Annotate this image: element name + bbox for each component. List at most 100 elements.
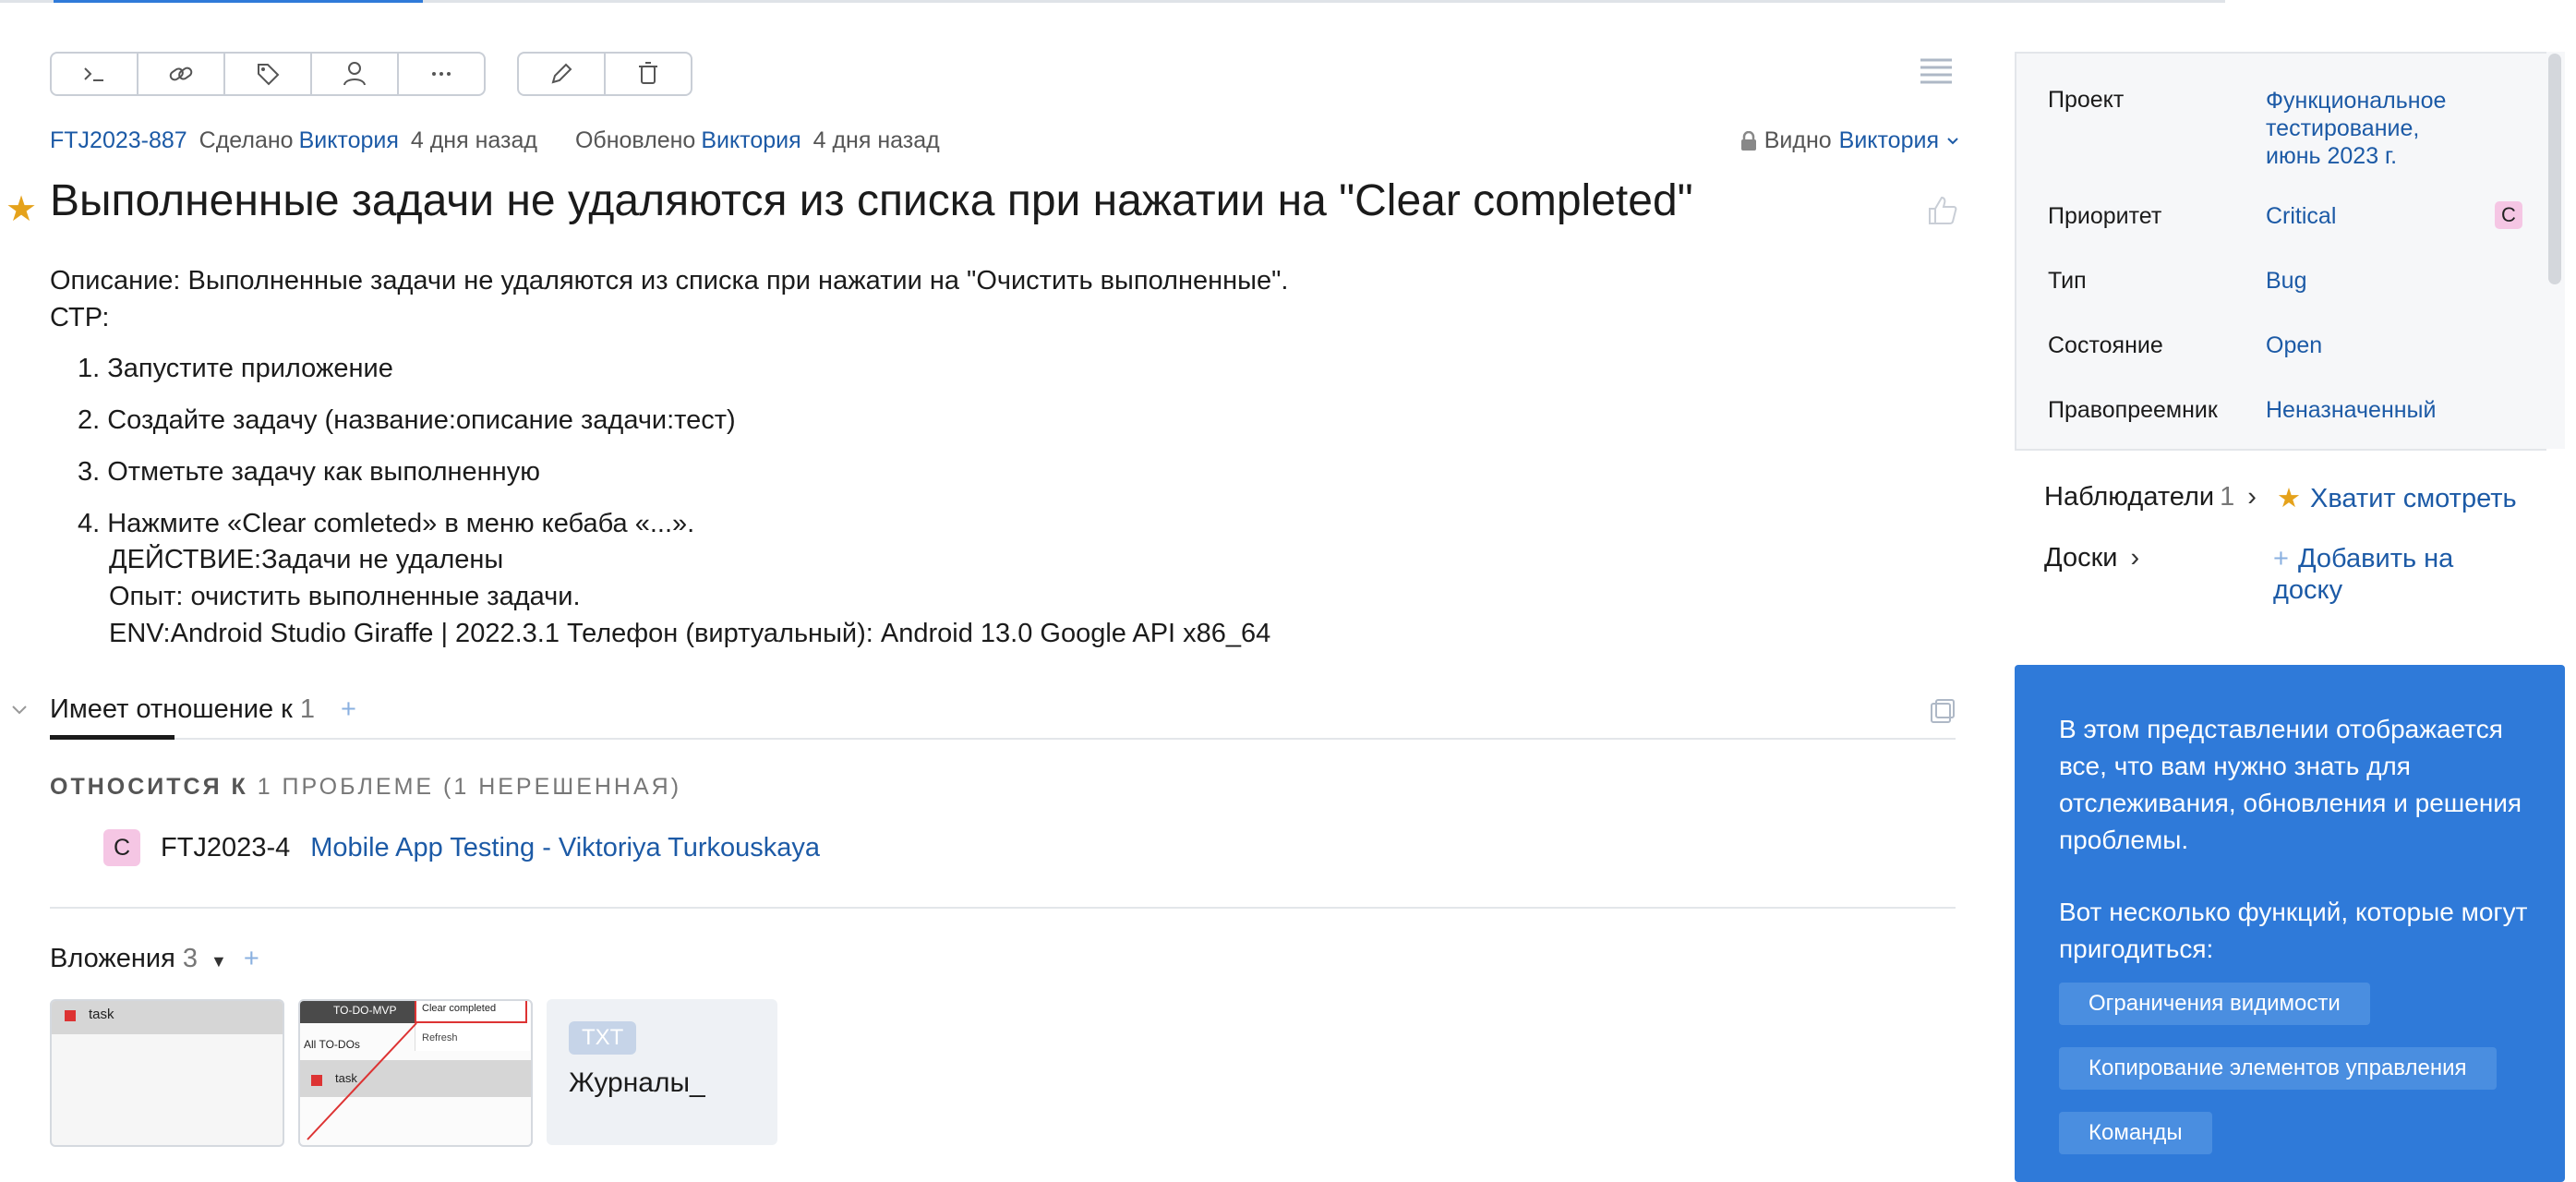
visibility-control[interactable]: Видно Виктория bbox=[1740, 127, 1959, 154]
attachment-thumbnail[interactable]: task bbox=[50, 999, 284, 1147]
description-line: Описание: Выполненные задачи не удаляютс… bbox=[50, 266, 1289, 296]
relations-summary: 1 ПРОБЛЕМЕ (1 НЕРЕШЕННАЯ) bbox=[257, 774, 682, 800]
more-button[interactable] bbox=[399, 54, 484, 94]
file-name: Журналы_ bbox=[569, 1067, 705, 1098]
add-relation-button[interactable]: + bbox=[341, 694, 356, 724]
visibility-label: Видно bbox=[1763, 127, 1832, 153]
state-value[interactable]: Open bbox=[2266, 332, 2322, 359]
visibility-restrictions-button[interactable]: Ограничения видимости bbox=[2059, 983, 2370, 1025]
description-line: Опыт: очистить выполненные задачи. bbox=[109, 582, 581, 611]
property-label: Приоритет bbox=[2048, 203, 2162, 229]
thumbs-up-icon[interactable] bbox=[1926, 194, 1959, 227]
top-progress-fill bbox=[54, 0, 423, 3]
sidebar-scrollbar[interactable] bbox=[2548, 54, 2561, 284]
type-value[interactable]: Bug bbox=[2266, 268, 2306, 295]
watchers-toggle[interactable]: Наблюдатели 1 › bbox=[2044, 482, 2257, 513]
stop-watching-button[interactable]: ★ Хватит смотреть bbox=[2277, 482, 2517, 514]
priority-badge: C bbox=[2495, 201, 2522, 229]
section-divider bbox=[50, 907, 1956, 909]
commands-button[interactable]: Команды bbox=[2059, 1112, 2212, 1154]
add-to-board-label: Добавить на доску bbox=[2273, 544, 2454, 605]
attachments-title: Вложения bbox=[50, 944, 175, 973]
property-label: Правопреемник bbox=[2048, 397, 2218, 423]
relations-type: ОТНОСИТСЯ К bbox=[50, 774, 248, 800]
description-extra: ДЕЙСТВИЕ:Задачи не удалены Опыт: очистит… bbox=[109, 541, 1270, 652]
related-issue[interactable]: C FTJ2023-4 Mobile App Testing - Viktori… bbox=[103, 829, 820, 866]
tag-icon bbox=[258, 64, 280, 86]
chevron-down-icon bbox=[1947, 137, 1958, 144]
star-icon[interactable]: ★ bbox=[6, 188, 37, 230]
file-type-badge: TXT bbox=[569, 1021, 637, 1055]
more-icon bbox=[432, 72, 451, 76]
created-by-link[interactable]: Виктория bbox=[299, 127, 399, 153]
steps-list: 1. Запустите приложение 2. Создайте зада… bbox=[78, 350, 736, 557]
description-line: ДЕЙСТВИЕ:Задачи не удалены bbox=[109, 545, 504, 574]
thumb-task-row bbox=[52, 1001, 283, 1034]
step-item: 3. Отметьте задачу как выполненную bbox=[78, 457, 540, 487]
toolbar-group-edit bbox=[517, 52, 692, 96]
issue-meta: FTJ2023-887 Сделано Виктория 4 дня назад … bbox=[50, 127, 945, 154]
created-label: Сделано bbox=[199, 127, 294, 153]
attachment-thumbnail[interactable]: TO-DO-MVP Clear completed Refresh All TO… bbox=[298, 999, 533, 1147]
edit-button[interactable] bbox=[519, 54, 606, 94]
issue-title[interactable]: Выполненные задачи не удаляются из списк… bbox=[50, 175, 1693, 226]
open-in-new-icon[interactable] bbox=[1930, 698, 1956, 724]
step-item: 2. Создайте задачу (название:описание за… bbox=[78, 405, 736, 435]
attachments-header: Вложения 3 ▼ + bbox=[50, 944, 259, 974]
relations-tab-underline bbox=[50, 735, 175, 740]
issue-description: Описание: Выполненные задачи не удаляютс… bbox=[50, 262, 1804, 336]
attachments-sort-dropdown[interactable]: ▼ bbox=[211, 952, 227, 971]
watchers-count: 1 bbox=[2220, 482, 2235, 512]
related-issue-summary[interactable]: Mobile App Testing - Viktoriya Turkouska… bbox=[310, 833, 820, 863]
tag-button[interactable] bbox=[225, 54, 312, 94]
stop-watching-label: Хватит смотреть bbox=[2310, 484, 2517, 513]
delete-icon bbox=[639, 62, 657, 84]
description-line: СТР: bbox=[50, 303, 110, 332]
collapse-chevron-icon[interactable] bbox=[9, 702, 30, 718]
relations-subheader: ОТНОСИТСЯ К 1 ПРОБЛЕМЕ (1 НЕРЕШЕННАЯ) bbox=[50, 774, 681, 801]
delete-button[interactable] bbox=[606, 54, 691, 94]
boards-toggle[interactable]: Доски › bbox=[2044, 543, 2139, 573]
add-attachment-button[interactable]: + bbox=[244, 944, 259, 973]
activity-menu-icon[interactable] bbox=[1920, 57, 1952, 85]
plus-icon: + bbox=[2273, 544, 2289, 573]
issue-type-badge: C bbox=[103, 829, 140, 866]
related-issue-id: FTJ2023-4 bbox=[161, 832, 291, 862]
command-button[interactable] bbox=[52, 54, 138, 94]
assign-user-button[interactable] bbox=[312, 54, 399, 94]
toolbar-group-main bbox=[50, 52, 486, 96]
created-ago: 4 дня назад bbox=[410, 127, 537, 153]
relations-title: Имеет отношение к bbox=[50, 694, 293, 724]
onboarding-panel: В этом представлении отображается все, ч… bbox=[2015, 665, 2565, 1182]
arrow-annotation-icon bbox=[307, 1022, 417, 1140]
relations-divider bbox=[50, 738, 1956, 740]
link-button[interactable] bbox=[138, 54, 225, 94]
project-value[interactable]: Функциональное тестирование, июнь 2023 г… bbox=[2266, 87, 2450, 170]
copy-controls-button[interactable]: Копирование элементов управления bbox=[2059, 1047, 2497, 1090]
property-label: Состояние bbox=[2048, 332, 2163, 358]
relations-tab[interactable]: Имеет отношение к 1 + bbox=[50, 694, 356, 725]
top-progress-bar bbox=[0, 0, 2225, 3]
step-item: 1. Запустите приложение bbox=[78, 354, 393, 383]
onboarding-text: Вот несколько функций, которые могут при… bbox=[2059, 898, 2528, 963]
add-to-board-button[interactable]: + Добавить на доску bbox=[2273, 543, 2513, 606]
chevron-right-icon: › bbox=[2247, 482, 2257, 512]
assign-user-icon bbox=[343, 62, 366, 86]
onboarding-text: В этом представлении отображается все, ч… bbox=[2059, 715, 2522, 854]
relations-count: 1 bbox=[299, 694, 315, 724]
command-icon bbox=[84, 67, 103, 81]
updated-ago: 4 дня назад bbox=[813, 127, 940, 153]
thumb-task-text: task bbox=[89, 1007, 114, 1022]
property-label: Проект bbox=[2048, 87, 2125, 113]
lock-icon bbox=[1740, 130, 1756, 151]
edit-icon bbox=[551, 63, 572, 84]
assignee-value[interactable]: Неназначенный bbox=[2266, 397, 2437, 424]
issue-id-link[interactable]: FTJ2023-887 bbox=[50, 127, 187, 153]
updated-by-link[interactable]: Виктория bbox=[701, 127, 800, 153]
chevron-right-icon: › bbox=[2130, 543, 2140, 573]
updated-label: Обновлено bbox=[574, 127, 696, 153]
boards-label: Доски bbox=[2044, 543, 2118, 573]
priority-value[interactable]: Critical bbox=[2266, 203, 2336, 230]
checkbox-icon bbox=[65, 1010, 76, 1021]
attachment-file-card[interactable]: TXT Журналы_ bbox=[547, 999, 777, 1145]
